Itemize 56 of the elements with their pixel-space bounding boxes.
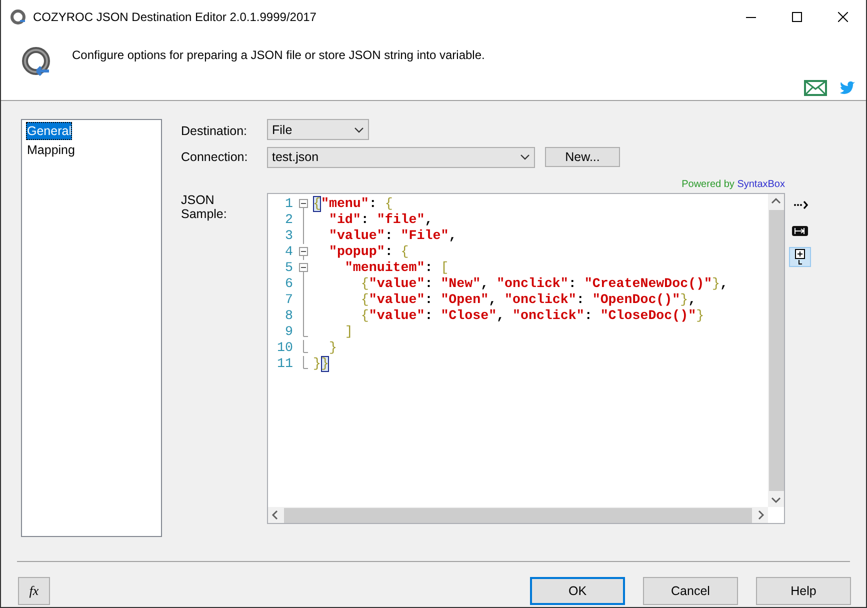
caret-icon (354, 126, 364, 132)
line-number: 5 (284, 260, 293, 276)
field-label: Destination: (181, 124, 248, 138)
sidebar-item[interactable]: General (26, 122, 72, 140)
dialog-button[interactable]: Help (756, 577, 851, 605)
description-text: Configure options for preparing a JSON file or store JSON string into variable. (72, 48, 485, 62)
line-number: 3 (284, 228, 293, 244)
code-line: "value": "File", (328, 228, 457, 244)
window-title: COZYROC JSON Destination Editor 2.0.1.9999/2017 (33, 10, 318, 24)
syntaxbox-link[interactable]: SyntaxBox (737, 179, 785, 190)
destination-dropdown[interactable]: File (267, 119, 369, 140)
powered-by-text: Powered by SyntaxBox (682, 179, 785, 192)
connection-dropdown[interactable]: test.json (267, 146, 535, 168)
horizontal-scrollbar[interactable] (268, 507, 768, 523)
line-number: 2 (284, 212, 293, 228)
editor-tool-button[interactable] (789, 247, 811, 267)
code-line: "menuitem": [ (344, 260, 449, 276)
line-number: 1 (284, 196, 293, 212)
caret-icon (520, 154, 530, 160)
vertical-scrollbar[interactable] (768, 194, 784, 507)
mail-icon[interactable] (804, 80, 827, 96)
maximize-icon[interactable] (792, 12, 802, 22)
code-line: {"menu": { (313, 196, 393, 212)
line-number: 10 (276, 340, 293, 356)
collapse-icon[interactable] (298, 244, 308, 260)
dialog-button[interactable]: Cancel (643, 577, 738, 605)
app-logo-icon (21, 46, 53, 78)
code-line: } (328, 340, 337, 356)
close-icon[interactable] (838, 12, 848, 22)
field-label: Connection: (181, 150, 249, 164)
code-line: {"value": "Open", "onclick": "OpenDoc()"}, (360, 292, 696, 308)
new-connection-button[interactable]: New... (545, 147, 620, 167)
code-line: "popup": { (328, 244, 409, 260)
sidebar-item[interactable]: Mapping (26, 141, 76, 159)
collapse-icon[interactable] (298, 260, 308, 276)
dialog-button[interactable]: OK (530, 577, 625, 605)
line-number: 11 (276, 356, 293, 372)
expression-button[interactable]: fx (18, 577, 50, 605)
line-number: 7 (284, 292, 293, 308)
field-label: JSON Sample: (181, 193, 228, 221)
code-line: ] (344, 324, 353, 340)
tab-arrow-icon (792, 226, 808, 236)
code-line: }} (313, 356, 329, 372)
json-editor[interactable] (267, 193, 785, 524)
code-line: {"value": "New", "onclick": "CreateNewDoc()"}, (360, 276, 728, 292)
app-icon (10, 8, 26, 24)
bird-icon[interactable] (839, 81, 856, 95)
code-line: "id": "file", (328, 212, 433, 228)
line-number: 6 (284, 276, 293, 292)
expand-icon (794, 249, 806, 265)
collapse-icon[interactable] (298, 196, 308, 212)
code-line: {"value": "Close", "onclick": "CloseDoc()"} (360, 308, 704, 324)
line-number: 9 (284, 324, 293, 340)
line-number: 8 (284, 308, 293, 324)
dotted-arrow-icon (792, 200, 808, 210)
line-number: 4 (284, 244, 293, 260)
